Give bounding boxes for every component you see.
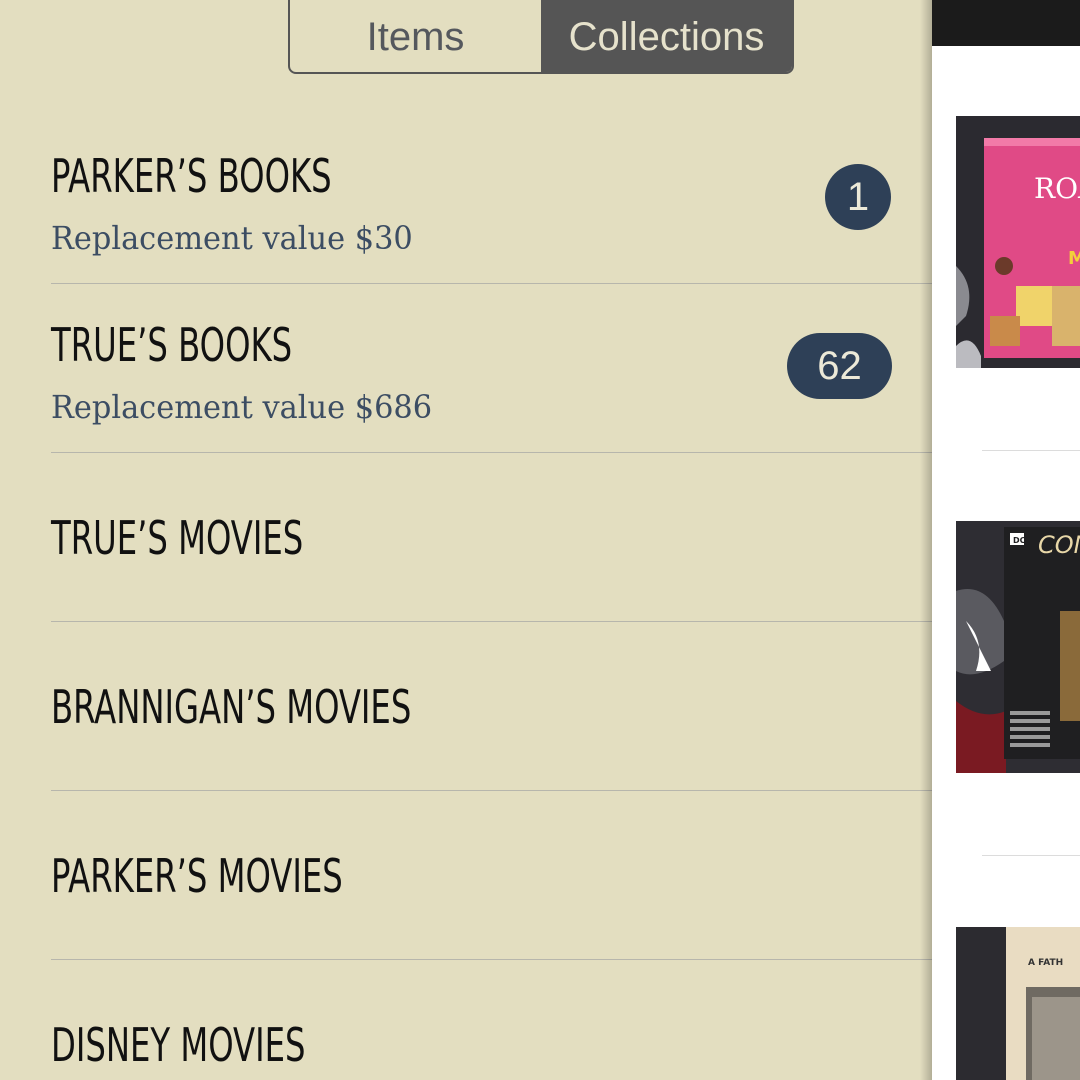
cover-title-text: CON [1038,531,1080,559]
collection-title: PARKER’S MOVIES [51,849,343,903]
book-cover-image: A FATH [956,927,1080,1080]
replacement-value: Replacement value $30 [51,219,413,257]
items-collections-toggle[interactable]: Items Collections [288,0,794,74]
count-badge: 1 [825,164,891,230]
collections-list: PARKER’S BOOKS Replacement value $30 1 T… [0,115,932,1080]
list-item[interactable]: DISNEY MOVIES [0,960,932,1080]
publisher-text: DC [1013,536,1026,545]
collection-title: DISNEY MOVIES [51,1018,306,1072]
list-divider [982,855,1080,856]
collection-title: PARKER’S BOOKS [51,149,332,203]
tab-items[interactable]: Items [290,0,541,72]
list-divider [982,450,1080,451]
list-item[interactable]: PARKER’S MOVIES [0,791,932,960]
book-thumbnail[interactable]: ROA DA MAT [956,116,1080,368]
tab-collections[interactable]: Collections [541,0,792,72]
panel-header [932,0,1080,46]
count-badge: 62 [787,333,892,399]
list-item[interactable]: BRANNIGAN’S MOVIES [0,622,932,791]
list-item[interactable]: PARKER’S BOOKS Replacement value $30 1 [0,115,932,284]
collections-drawer: Items Collections PARKER’S BOOKS Replace… [0,0,932,1080]
cover-title-text: ROA DA [1034,172,1080,205]
list-item[interactable]: TRUE’S MOVIES [0,453,932,622]
book-thumbnail[interactable]: A FATH [956,927,1080,1080]
replacement-value: Replacement value $686 [51,388,433,426]
cover-title-text: A FATH [1028,958,1063,968]
collection-title: BRANNIGAN’S MOVIES [51,680,412,734]
collection-title: TRUE’S BOOKS [51,318,293,372]
book-cover-image: ROA DA MAT [956,116,1080,368]
cover-subtitle-text: MAT [1068,248,1080,269]
book-thumbnail[interactable]: DC CON [956,521,1080,773]
collection-title: TRUE’S MOVIES [51,511,304,565]
list-item[interactable]: TRUE’S BOOKS Replacement value $686 62 [0,284,932,453]
items-panel: ROA DA MAT DC CON [932,0,1080,1080]
book-cover-image: DC CON [956,521,1080,773]
